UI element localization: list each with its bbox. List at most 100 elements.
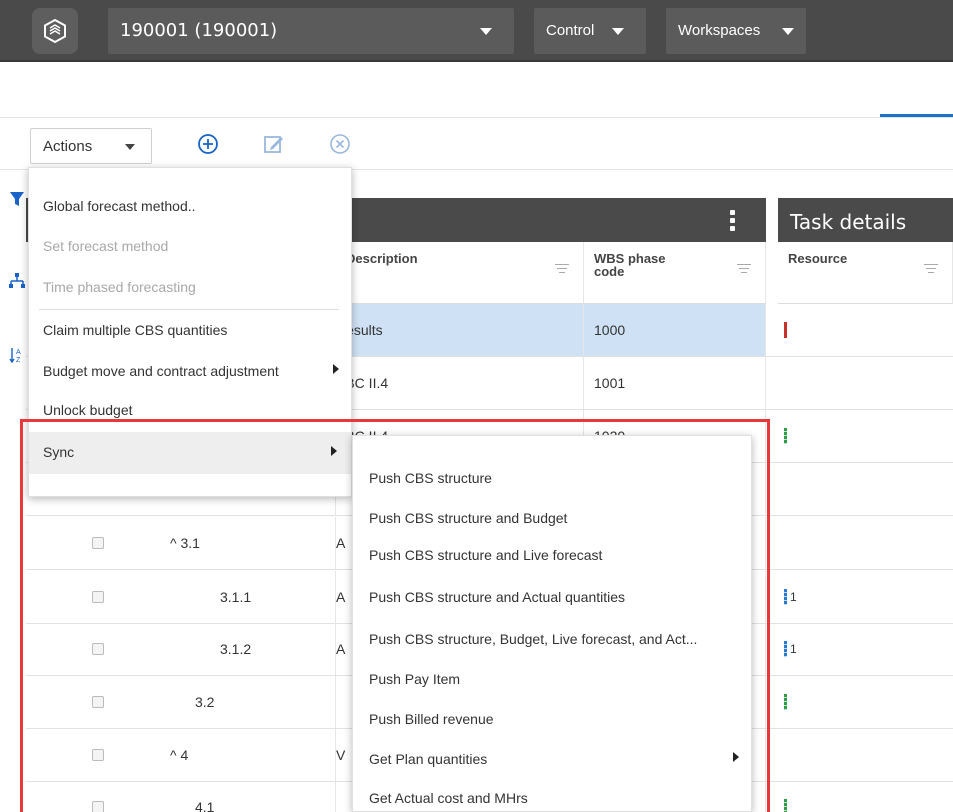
project-selector-label: 190001 (190001) (120, 20, 278, 41)
workspaces-menu-label: Workspaces (678, 22, 761, 39)
resource-status-icon (784, 322, 787, 338)
cell-description-text: A (336, 535, 346, 551)
filter-funnel-icon[interactable] (8, 190, 26, 208)
workspaces-menu-button[interactable]: Workspaces (666, 8, 806, 54)
cell-code-text: ^ 4 (170, 747, 189, 763)
hierarchy-icon[interactable] (8, 272, 26, 290)
chevron-down-icon (480, 28, 492, 35)
cell-code: 3.1.2 (130, 623, 336, 675)
cell-description-text: A (336, 641, 346, 657)
svg-text:A: A (16, 349, 21, 356)
menu-item-unlock-budget[interactable]: Unlock budget (29, 390, 351, 430)
cell-resource (778, 304, 953, 356)
menu-item-label: Push CBS structure, Budget, Live forecas… (369, 631, 698, 647)
svg-text:Z: Z (16, 357, 21, 364)
column-filter-icon[interactable] (924, 264, 938, 274)
resource-status-icon (784, 428, 787, 444)
menu-item-push-billed-revenue[interactable]: Push Billed revenue (353, 699, 751, 739)
cell-code: 3.1.1 (130, 571, 336, 623)
column-header-wbs-phase-code[interactable]: WBS phase code (584, 242, 766, 304)
resource-status-icon (784, 694, 787, 710)
chevron-down-icon (612, 28, 624, 35)
row-checkbox[interactable] (92, 537, 104, 549)
cell-description-text: A (336, 589, 346, 605)
active-tab-indicator (880, 114, 953, 117)
menu-item-budget-move[interactable]: Budget move and contract adjustment (29, 351, 351, 391)
cell-wbs-phase-code: 1001 (584, 357, 766, 409)
menu-item-push-cbs-structure[interactable]: Push CBS structure (353, 458, 751, 498)
column-header-label: WBS phase code (594, 251, 666, 279)
menu-item-label: Get Actual cost and MHrs (369, 790, 528, 806)
column-filter-icon[interactable] (555, 264, 569, 274)
menu-item-push-cbs-structure-budget[interactable]: Push CBS structure and Budget (353, 498, 751, 538)
cell-code: 3.2 (130, 676, 336, 728)
resource-status-icon (784, 589, 787, 605)
menu-item-label: Time phased forecasting (43, 279, 196, 295)
sort-az-icon[interactable]: A Z (8, 346, 26, 364)
menu-item-get-plan-quantities[interactable]: Get Plan quantities (353, 739, 751, 779)
cell-resource: 1 (778, 623, 953, 675)
row-checkbox[interactable] (92, 801, 104, 812)
grid-toolbar: Actions (0, 118, 953, 170)
chevron-right-icon (333, 364, 339, 374)
remove-circle-icon[interactable] (328, 132, 352, 156)
chevron-down-icon (125, 144, 135, 150)
control-menu-label: Control (546, 22, 595, 39)
cell-code-text: 3.2 (195, 694, 215, 710)
control-menu-button[interactable]: Control (534, 8, 646, 54)
actions-menu: Global forecast method.. Set forecast me… (28, 167, 352, 497)
menu-item-label: Push CBS structure and Live forecast (369, 547, 603, 563)
edit-icon[interactable] (262, 132, 286, 156)
menu-item-label: Sync (43, 444, 75, 460)
menu-item-push-cbs-structure-live-forecast[interactable]: Push CBS structure and Live forecast (353, 535, 751, 575)
cell-code: 4.1 (130, 781, 336, 812)
column-header-description[interactable]: Description (336, 242, 584, 304)
menu-item-label: Set forecast method (43, 238, 169, 254)
cell-resource (778, 357, 953, 409)
menu-item-global-forecast-method[interactable]: Global forecast method.. (29, 186, 351, 226)
resource-status-icon (784, 799, 787, 812)
sync-submenu: Push CBS structure Push CBS structure an… (352, 435, 752, 812)
column-header-resource[interactable]: Resource (778, 242, 953, 304)
row-checkbox[interactable] (92, 696, 104, 708)
column-filter-icon[interactable] (737, 264, 751, 274)
actions-dropdown-button[interactable]: Actions (30, 128, 152, 164)
column-header-label: Resource (788, 251, 848, 266)
menu-item-label: Push Billed revenue (369, 711, 494, 727)
menu-item-label: Global forecast method.. (43, 198, 196, 214)
cell-wbs-text: 1000 (594, 322, 626, 338)
menu-item-time-phased-forecasting: Time phased forecasting (29, 267, 351, 307)
menu-item-push-cbs-structure-actual-quantities[interactable]: Push CBS structure and Actual quantities (353, 577, 751, 617)
menu-item-claim-multiple-cbs-quantities[interactable]: Claim multiple CBS quantities (29, 310, 351, 350)
cell-resource (778, 676, 953, 728)
cell-code: ^ 3.1 (130, 517, 336, 569)
cell-wbs-phase-code: 1000 (584, 304, 766, 356)
resource-status-icon (784, 641, 787, 657)
menu-item-push-cbs-structure-all[interactable]: Push CBS structure, Budget, Live forecas… (353, 619, 751, 659)
row-checkbox[interactable] (92, 749, 104, 761)
app-logo-icon[interactable] (32, 8, 78, 54)
row-checkbox[interactable] (92, 591, 104, 603)
menu-item-sync[interactable]: Sync (29, 432, 351, 474)
project-selector[interactable]: 190001 (190001) (108, 8, 514, 54)
menu-item-label: Push Pay Item (369, 671, 461, 687)
more-options-icon[interactable] (730, 210, 736, 234)
top-navigation-bar: 190001 (190001) Control Workspaces (0, 0, 953, 62)
chevron-right-icon (733, 752, 739, 762)
cell-resource (778, 410, 953, 462)
menu-item-get-actual-cost-mhrs[interactable]: Get Actual cost and MHrs (353, 778, 751, 812)
menu-item-label: Push CBS structure and Actual quantities (369, 589, 626, 605)
cell-resource (778, 729, 953, 781)
cell-code: ^ 4 (130, 729, 336, 781)
actions-dropdown-label: Actions (43, 138, 93, 155)
secondary-header (0, 64, 953, 118)
row-checkbox[interactable] (92, 643, 104, 655)
menu-item-label: Unlock budget (43, 402, 133, 418)
menu-item-label: Claim multiple CBS quantities (43, 322, 228, 338)
menu-item-set-forecast-method: Set forecast method (29, 226, 351, 266)
chevron-right-icon (331, 446, 337, 456)
menu-item-push-pay-item[interactable]: Push Pay Item (353, 659, 751, 699)
add-circle-icon[interactable] (196, 132, 220, 156)
cell-code-text: 3.1.2 (220, 641, 252, 657)
cell-code-text: ^ 3.1 (170, 535, 200, 551)
